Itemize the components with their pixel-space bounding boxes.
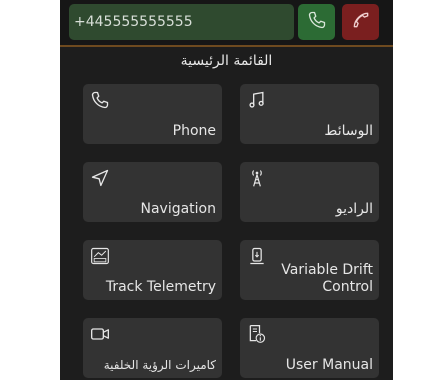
tile-media-label: الوسائط [324, 123, 373, 139]
tile-rear-view-cameras[interactable]: كاميرات الرؤية الخلفية [83, 318, 222, 378]
tile-navigation-label: Navigation [140, 201, 216, 217]
phone-icon [90, 90, 110, 110]
header-divider [60, 45, 393, 47]
head-unit-screen: +445555555555 القائمة الرئيسية Phone الو… [60, 0, 393, 380]
accept-call-button[interactable] [298, 4, 335, 40]
navigation-arrow-icon [90, 168, 110, 188]
tile-user-manual-label: User Manual [285, 357, 373, 373]
tile-radio-label: الراديو [335, 201, 373, 217]
telemetry-gauge-icon [90, 246, 110, 266]
phone-number-field[interactable]: +445555555555 [69, 4, 294, 40]
music-note-icon [247, 90, 267, 110]
hang-up-button[interactable] [342, 4, 379, 40]
camera-icon [90, 324, 110, 344]
tile-radio[interactable]: الراديو [240, 162, 379, 222]
phone-icon [307, 10, 327, 34]
tile-variable-drift-control[interactable]: Variable Drift Control [240, 240, 379, 300]
radio-antenna-icon [247, 168, 267, 188]
tile-track-telemetry[interactable]: Track Telemetry [83, 240, 222, 300]
tile-rear-view-cameras-label: كاميرات الرؤية الخلفية [103, 358, 216, 372]
call-bar: +445555555555 [60, 0, 393, 45]
tile-track-telemetry-label: Track Telemetry [105, 279, 216, 295]
tile-navigation[interactable]: Navigation [83, 162, 222, 222]
manual-info-icon [247, 324, 267, 344]
tile-variable-drift-control-label: Variable Drift Control [281, 262, 373, 295]
tile-phone-label: Phone [172, 123, 216, 139]
hang-up-icon [351, 10, 371, 34]
tile-media[interactable]: الوسائط [240, 84, 379, 144]
main-menu-title: القائمة الرئيسية [180, 53, 273, 69]
tile-user-manual[interactable]: User Manual [240, 318, 379, 378]
tile-phone[interactable]: Phone [83, 84, 222, 144]
